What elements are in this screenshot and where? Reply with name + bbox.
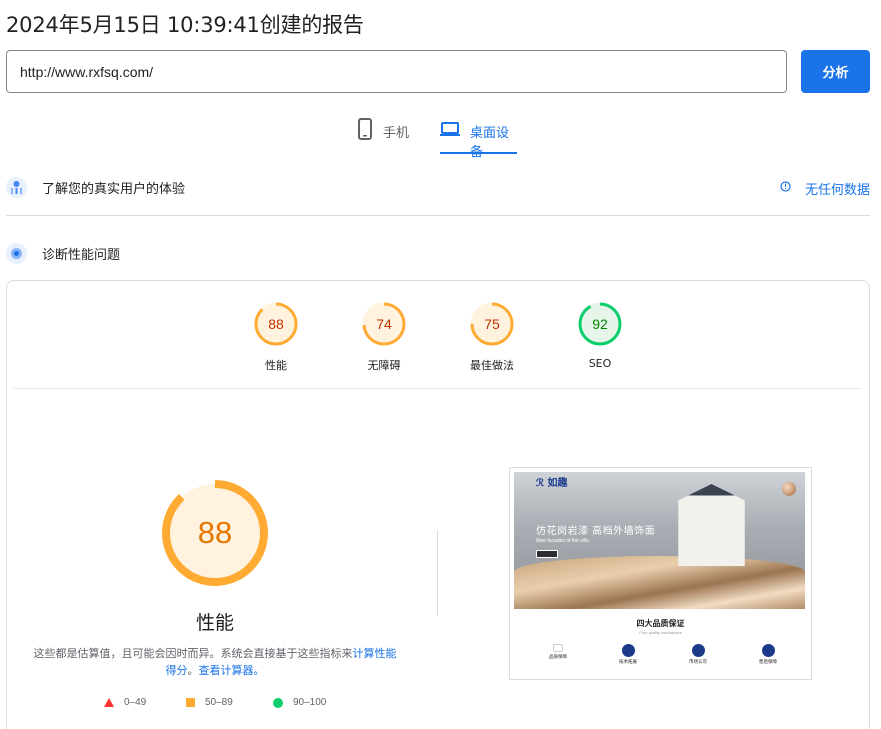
description-text: 这些都是估算值，且可能会因时而异。系统会直接基于这些指标来 [33,647,353,660]
villa-image [678,484,745,566]
service-icon [761,644,775,657]
hero-button [536,550,558,558]
tab-mobile[interactable]: 手机 [357,118,409,154]
vertical-separator [437,530,438,616]
legend-range: 50–89 [205,697,233,708]
main-score-value: 88 [197,515,233,550]
market-icon [691,644,705,657]
triangle-icon [104,698,114,707]
site-logo: ℛ 如趣 [536,478,568,489]
diagnose-label: 诊断性能问题 [42,248,121,263]
square-icon [186,698,195,707]
section-title: 四大品质保证 [636,619,685,628]
tech-icon [621,644,635,657]
score-label: SEO [588,357,612,370]
score-label: 无障碍 [367,359,401,372]
hero-title: 仿花岗岩漆 高档外墙饰面 [536,526,656,537]
sand-shape [514,556,805,609]
lab-icon [6,243,27,264]
score-gauge-seo[interactable]: 92 SEO [577,301,623,370]
diagnose-section: 诊断性能问题 [6,243,870,264]
circle-icon [273,697,283,708]
feature-item: 售后保障 [738,644,798,665]
tab-desktop-label: 桌面设备 [470,126,510,160]
info-icon [780,181,791,196]
legend-range: 0–49 [124,697,147,708]
calculator-link[interactable]: 查看计算器。 [199,664,265,677]
main-score-gauge: 88 [160,478,270,588]
no-data-link[interactable]: 无任何数据 [780,179,870,198]
final-screenshot[interactable]: ℛ 如趣 仿花岗岩漆 高档外墙饰面 New facades of the vil… [509,467,812,680]
score-value: 74 [376,316,392,332]
legend-fail: 0–49 [104,697,146,708]
shield-icon [553,644,563,652]
feature-item: 市场认可 [668,644,728,665]
url-input[interactable] [6,50,787,93]
score-value: 88 [268,316,284,332]
screenshot-hero: ℛ 如趣 仿花岗岩漆 高档外墙饰面 New facades of the vil… [514,472,805,609]
phone-icon [357,118,373,140]
laptop-icon [440,118,460,140]
analyze-button[interactable]: 分析 [801,50,870,93]
legend-average: 50–89 [186,697,233,708]
score-gauge-accessibility[interactable]: 74 无障碍 [361,301,407,372]
score-label: 最佳做法 [470,359,514,372]
section-divider [6,215,870,216]
no-data-label: 无任何数据 [804,183,870,198]
real-user-section: 了解您的真实用户的体验 [6,177,870,198]
real-user-label: 了解您的真实用户的体验 [42,182,186,197]
score-gauge-performance[interactable]: 88 性能 [253,301,299,372]
main-score-label: 性能 [195,612,234,634]
real-user-icon [6,177,27,198]
card-divider [13,388,861,389]
score-value: 92 [592,316,608,332]
section-subtitle: Four quality assurances [639,630,682,635]
feature-item: 品质保障 [528,644,588,660]
legend-range: 90–100 [293,697,327,708]
score-gauge-best-practices[interactable]: 75 最佳做法 [469,301,515,372]
score-description: 这些都是估算值，且可能会因时而异。系统会直接基于这些指标来计算性能得分。查看计算… [30,645,400,679]
score-label: 性能 [265,359,287,372]
hero-subtitle: New facades of the villa [536,538,589,544]
legend-pass: 90–100 [273,697,326,708]
score-value: 75 [484,316,500,332]
tab-desktop[interactable]: 桌面设备 [440,118,517,160]
description-sep: 。 [187,664,199,677]
sphere-image [782,482,796,496]
feature-item: 技术拓展 [598,644,658,665]
tab-mobile-label: 手机 [383,126,410,141]
report-title: 2024年5月15日 10:39:41创建的报告 [6,13,364,37]
